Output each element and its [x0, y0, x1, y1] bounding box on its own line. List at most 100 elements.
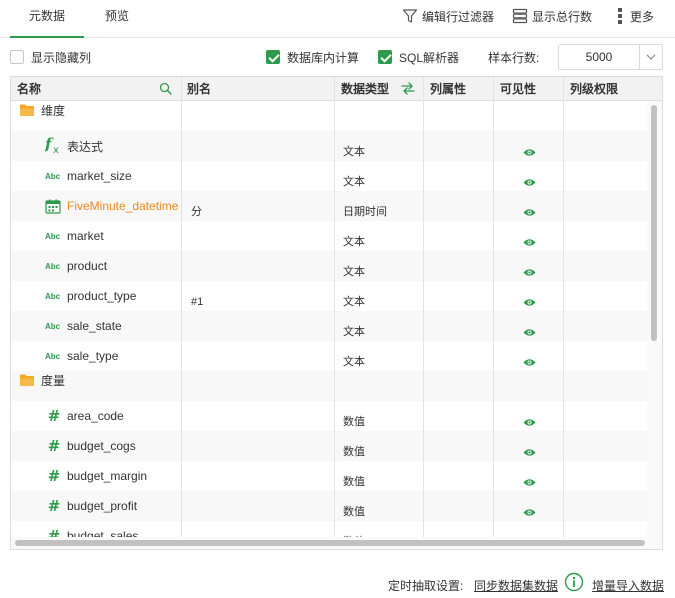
header-visibility[interactable]: 可见性 — [494, 77, 536, 101]
table-row[interactable]: # budget_sales 数值 — [11, 521, 647, 537]
horizontal-scrollbar[interactable] — [11, 537, 662, 549]
metadata-table: 名称 别名 数据类型 列属性 可见性 列级权限 维度 f x 表达式 文本 Abc mark… — [10, 76, 663, 550]
abc-icon: Abc — [45, 171, 61, 181]
column-divider — [181, 77, 182, 537]
horizontal-scrollbar-thumb[interactable] — [15, 540, 645, 546]
vertical-dots-icon — [618, 8, 622, 24]
table-row[interactable]: Abc market 文本 — [11, 221, 647, 251]
field-name: budget_cogs — [67, 439, 136, 453]
eye-icon — [523, 178, 536, 187]
db-compute-checkbox[interactable]: 数据库内计算 — [266, 48, 359, 66]
sql-parser-label: SQL解析器 — [399, 50, 460, 65]
field-name-cell: f x 表达式 — [44, 131, 103, 161]
table-row[interactable]: # budget_profit 数值 — [11, 491, 647, 521]
table-row[interactable]: Abc sale_type 文本 — [11, 341, 647, 371]
field-name: budget_profit — [67, 499, 138, 513]
table-body: 维度 f x 表达式 文本 Abc market_size 文本 FiveMinute_date… — [11, 101, 647, 537]
hash-icon: # — [47, 407, 61, 425]
hash-icon: # — [47, 527, 61, 537]
edit-row-filter-button[interactable]: 编辑行过滤器 — [402, 6, 494, 26]
table-row[interactable]: Abc market_size 文本 — [11, 161, 647, 191]
tab-preview[interactable]: 预览 — [92, 0, 142, 38]
abc-icon: Abc — [45, 351, 61, 361]
eye-icon — [523, 418, 536, 427]
abc-icon: Abc — [45, 231, 61, 241]
checkbox-box — [10, 50, 24, 64]
table-row[interactable]: # budget_cogs 数值 — [11, 431, 647, 461]
fx-icon: fx — [44, 135, 65, 157]
folder-icon — [19, 373, 37, 387]
sample-rows-combobox — [558, 44, 663, 70]
eye-icon — [523, 508, 536, 517]
vertical-scrollbar[interactable] — [647, 101, 662, 537]
hash-icon: # — [47, 497, 61, 515]
table-row[interactable]: Abc sale_state 文本 — [11, 311, 647, 341]
db-compute-label: 数据库内计算 — [287, 50, 360, 65]
group-cell: 维度 — [19, 101, 65, 125]
show-hidden-columns-checkbox[interactable]: 显示隐藏列 — [10, 48, 91, 66]
sample-rows-input[interactable] — [559, 45, 639, 69]
field-name: FiveMinute_datetime — [67, 199, 179, 213]
eye-icon — [523, 298, 536, 307]
field-name-cell: FiveMinute_datetime — [45, 191, 178, 221]
field-name: sale_type — [67, 349, 119, 363]
filter-icon — [402, 9, 418, 23]
field-name-cell: Abc sale_state — [45, 311, 122, 341]
tab-bar: 元数据 预览 编辑行过滤器 显示总行数 更多 — [0, 0, 675, 38]
show-total-rows-button[interactable]: 显示总行数 — [512, 6, 592, 26]
field-name: market — [67, 229, 104, 243]
field-name-cell: Abc product_type — [45, 281, 136, 311]
field-data-type[interactable]: 数值 — [343, 527, 365, 537]
sql-parser-checkbox[interactable]: SQL解析器 — [378, 48, 459, 66]
show-hidden-columns-label: 显示隐藏列 — [31, 50, 92, 65]
field-name-cell: # budget_profit — [45, 491, 137, 521]
eye-icon — [523, 148, 536, 157]
field-name-cell: Abc market — [45, 221, 104, 251]
show-total-rows-label: 显示总行数 — [532, 9, 593, 24]
swap-icon[interactable] — [401, 82, 415, 95]
chevron-down-icon — [646, 54, 656, 60]
scheduled-extract-label: 定时抽取设置: — [388, 578, 464, 593]
header-column-permission[interactable]: 列级权限 — [564, 77, 618, 101]
table-header: 名称 别名 数据类型 列属性 可见性 列级权限 — [11, 77, 662, 101]
info-icon[interactable] — [564, 572, 584, 592]
abc-icon: Abc — [45, 321, 61, 331]
vertical-scrollbar-thumb[interactable] — [651, 105, 657, 341]
group-label: 度量 — [41, 373, 66, 388]
tab-metadata[interactable]: 元数据 — [10, 0, 84, 38]
eye-icon — [523, 238, 536, 247]
sample-rows-dropdown-button[interactable] — [639, 45, 662, 69]
search-icon[interactable] — [159, 82, 172, 95]
eye-icon — [523, 478, 536, 487]
field-name: market_size — [67, 169, 132, 183]
column-divider — [334, 77, 335, 537]
table-row[interactable]: # budget_margin 数值 — [11, 461, 647, 491]
table-row[interactable]: f x 表达式 文本 — [11, 131, 647, 161]
header-name[interactable]: 名称 — [11, 77, 41, 101]
field-name-cell: # budget_cogs — [45, 431, 136, 461]
table-row[interactable]: Abc product_type #1 文本 — [11, 281, 647, 311]
group-row[interactable]: 度量 — [11, 371, 647, 401]
sync-dataset-link[interactable]: 同步数据集数据 — [474, 576, 558, 594]
group-label: 维度 — [41, 103, 66, 118]
eye-icon — [523, 328, 536, 337]
more-button[interactable]: 更多 — [614, 6, 654, 26]
svg-text:x: x — [53, 145, 59, 154]
field-name: area_code — [67, 409, 124, 423]
table-row[interactable]: FiveMinute_datetime 分日期时间 — [11, 191, 647, 221]
field-name: product_type — [67, 289, 137, 303]
group-row[interactable]: 维度 — [11, 101, 647, 131]
hash-icon: # — [47, 437, 61, 455]
header-data-type[interactable]: 数据类型 — [335, 77, 389, 101]
visibility-toggle[interactable] — [521, 527, 537, 537]
header-alias[interactable]: 别名 — [181, 77, 211, 101]
table-row[interactable]: Abc product 文本 — [11, 251, 647, 281]
column-divider — [563, 77, 564, 537]
table-row[interactable]: # area_code 数值 — [11, 401, 647, 431]
folder-icon — [19, 103, 37, 117]
field-name-cell: # area_code — [45, 401, 124, 431]
eye-icon — [523, 358, 536, 367]
incremental-import-link[interactable]: 增量导入数据 — [592, 576, 664, 594]
header-column-attribute[interactable]: 列属性 — [424, 77, 466, 101]
edit-row-filter-label: 编辑行过滤器 — [422, 9, 495, 24]
